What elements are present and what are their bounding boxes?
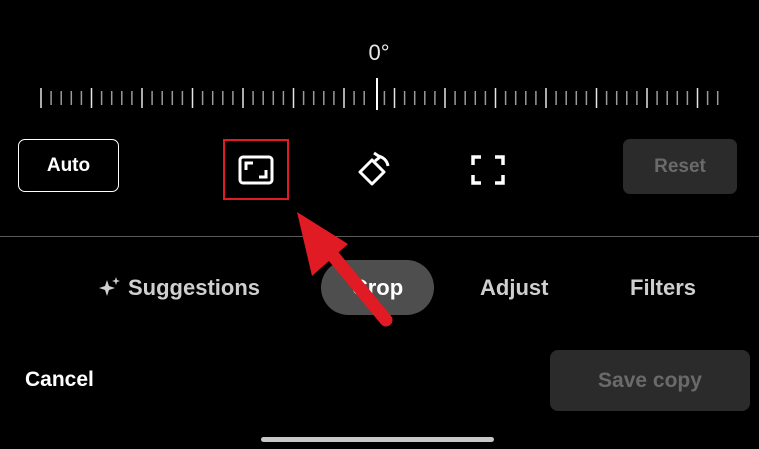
- divider: [0, 236, 759, 237]
- tab-adjust[interactable]: Adjust: [480, 260, 548, 315]
- tab-suggestions-label: Suggestions: [128, 274, 261, 300]
- tab-filters-label: Filters: [630, 274, 697, 300]
- tab-adjust-label: Adjust: [480, 274, 549, 300]
- sparkle-icon: [99, 276, 120, 296]
- aspect-ratio-icon: [238, 155, 274, 184]
- auto-button[interactable]: Auto: [18, 139, 119, 192]
- rotation-angle-label: 0°: [368, 40, 390, 65]
- aspect-ratio-button[interactable]: [223, 139, 289, 200]
- free-crop-icon: [471, 155, 505, 185]
- cancel-button[interactable]: Cancel: [25, 362, 94, 398]
- tab-filters[interactable]: Filters: [630, 260, 696, 315]
- tab-suggestions[interactable]: Suggestions: [98, 260, 260, 315]
- free-crop-button[interactable]: [462, 146, 514, 194]
- home-indicator[interactable]: [261, 437, 494, 442]
- rotate-icon: [358, 151, 390, 186]
- rotation-ruler[interactable]: [0, 78, 759, 118]
- save-copy-button[interactable]: Save copy: [550, 350, 750, 411]
- rotate-button[interactable]: [346, 146, 398, 194]
- tab-crop-label: Crop: [351, 274, 404, 300]
- reset-button[interactable]: Reset: [623, 139, 737, 194]
- tab-crop[interactable]: Crop: [321, 260, 434, 315]
- ruler-ticks: [40, 88, 719, 108]
